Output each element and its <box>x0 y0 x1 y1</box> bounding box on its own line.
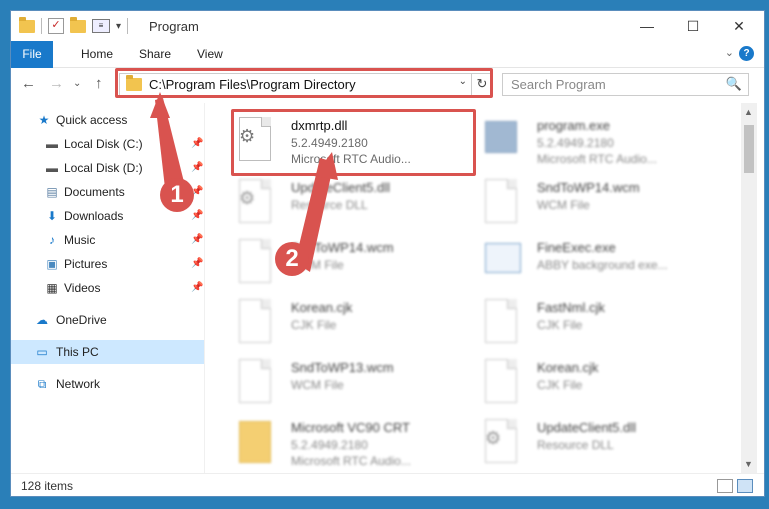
step-2-badge: 2 <box>275 242 309 276</box>
arrow-head-step-2 <box>314 152 338 180</box>
tutorial-arrows <box>150 92 338 272</box>
arrow-head-step-1 <box>150 92 170 118</box>
step-1-badge: 1 <box>160 178 194 212</box>
